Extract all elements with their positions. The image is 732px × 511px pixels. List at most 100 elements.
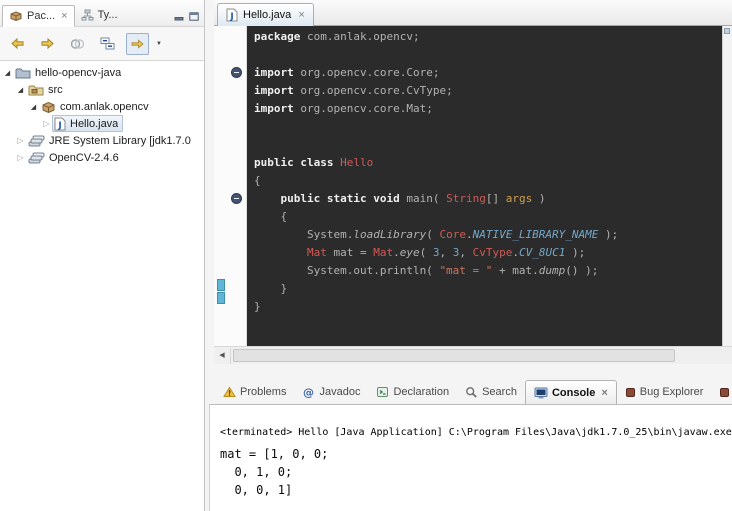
tab-hello-java[interactable]: J Hello.java ×	[217, 3, 314, 26]
tree-item-label: hello-opencv-java	[35, 67, 121, 79]
tree-item-hello-java[interactable]: ▷J Hello.java	[0, 115, 204, 132]
declaration-icon	[376, 386, 389, 398]
svg-text:@: @	[303, 386, 314, 398]
tab-package-explorer[interactable]: Pac... ×	[2, 5, 75, 27]
tree-item-content: com.anlak.opencv	[39, 98, 154, 115]
tree-item-label: com.anlak.opencv	[60, 101, 149, 113]
tree-item-label: JRE System Library [jdk1.7.0	[49, 135, 191, 147]
editor-tab-bar: J Hello.java ×	[214, 0, 732, 26]
back-icon[interactable]	[6, 33, 29, 55]
editor-area: J Hello.java × package com.anlak.opencv;…	[214, 0, 732, 364]
code-line: Mat mat = Mat.eye( 3, 3, CvType.CV_8UC1 …	[254, 244, 722, 262]
project-tree: ◢hello-opencv-java◢src◢com.anlak.opencv▷…	[0, 61, 204, 511]
tab-label: Ty...	[98, 9, 118, 21]
code-line: import org.opencv.core.Core;	[254, 64, 722, 82]
tree-item-content: src	[26, 81, 68, 98]
bottom-tab-bar: Problems@JavadocDeclarationSearchConsole…	[209, 376, 732, 404]
tab-label: Declaration	[393, 386, 449, 398]
tree-item-com-anlak-opencv[interactable]: ◢ com.anlak.opencv	[0, 98, 204, 115]
collapse-arrow-icon[interactable]: ◢	[15, 86, 26, 94]
code-line: }	[254, 280, 722, 298]
bug-icon	[719, 387, 730, 398]
expand-arrow-icon[interactable]: ▷	[41, 119, 52, 128]
expand-arrow-icon[interactable]: ▷	[15, 153, 26, 162]
tab-label: Javadoc	[319, 386, 360, 398]
tab-problems[interactable]: Problems	[215, 380, 294, 404]
tab-label: Console	[552, 387, 595, 399]
javadoc-icon: @	[302, 386, 315, 398]
tab-label: Problems	[240, 386, 286, 398]
code-line: {	[254, 208, 722, 226]
focus-icon[interactable]	[66, 33, 89, 55]
annotation-summary-icon	[724, 28, 730, 34]
java-file-icon: J	[54, 117, 66, 131]
tab-console[interactable]: Console ×	[525, 380, 617, 404]
tree-item-hello-opencv-java[interactable]: ◢ hello-opencv-java	[0, 64, 204, 81]
close-icon[interactable]: ×	[298, 9, 304, 21]
console-output-line: 0, 1, 0;	[220, 463, 732, 481]
svg-text:J: J	[229, 12, 233, 22]
code-line: import org.opencv.core.CvType;	[254, 82, 722, 100]
tab-search[interactable]: Search	[457, 380, 525, 404]
tab-type-hierarchy[interactable]: Ty...	[75, 4, 124, 26]
package-explorer-icon	[9, 10, 23, 22]
code-line: System.out.println( "mat = " + mat.dump(…	[254, 262, 722, 280]
console-content[interactable]: <terminated> Hello [Java Application] C:…	[209, 404, 732, 511]
annotation-mark	[217, 279, 225, 291]
console-process-info: <terminated> Hello [Java Application] C:…	[220, 427, 732, 438]
expand-arrow-icon[interactable]: ▷	[15, 136, 26, 145]
tab-label: Bug Explorer	[640, 386, 704, 398]
annotation-ruler	[214, 26, 228, 346]
tree-item-content: OpenCV-2.4.6	[26, 149, 124, 166]
explorer-toolbar: ▼	[0, 27, 204, 61]
forward-icon[interactable]	[36, 33, 59, 55]
tree-item-content: hello-opencv-java	[13, 64, 126, 81]
close-icon[interactable]: ×	[61, 10, 67, 22]
tab-declaration[interactable]: Declaration	[368, 380, 457, 404]
library-icon	[28, 134, 45, 147]
tree-item-src[interactable]: ◢src	[0, 81, 204, 98]
close-icon[interactable]: ×	[601, 387, 607, 399]
tree-item-jre-system-library-jdk1-7-0[interactable]: ▷ JRE System Library [jdk1.7.0	[0, 132, 204, 149]
scroll-left-icon[interactable]: ◀	[214, 348, 231, 364]
code-line	[254, 118, 722, 136]
annotation-mark	[217, 292, 225, 304]
horizontal-scrollbar[interactable]: ◀	[214, 346, 732, 364]
view-window-buttons	[174, 12, 204, 26]
scrollbar-thumb[interactable]	[233, 349, 675, 362]
fold-collapse-icon[interactable]	[231, 193, 242, 204]
search-icon	[465, 386, 478, 398]
tab-bug-explorer[interactable]: Bug Explorer	[617, 380, 712, 404]
fold-collapse-icon[interactable]	[231, 67, 242, 78]
console-icon	[534, 387, 548, 399]
code-line: public static void main( String[] args )	[254, 190, 722, 208]
tree-item-opencv-2-4-6[interactable]: ▷ OpenCV-2.4.6	[0, 149, 204, 166]
console-output-line: mat = [1, 0, 0;	[220, 445, 732, 463]
maximize-icon[interactable]	[189, 12, 199, 21]
project-icon	[15, 66, 31, 79]
code-line	[254, 136, 722, 154]
code-line: import org.opencv.core.Mat;	[254, 100, 722, 118]
collapse-arrow-icon[interactable]: ◢	[28, 103, 39, 111]
tree-item-label: OpenCV-2.4.6	[49, 152, 119, 164]
view-menu-icon[interactable]: ▼	[156, 41, 162, 47]
type-hierarchy-icon	[81, 9, 94, 21]
code-line: package com.anlak.opencv;	[254, 28, 722, 46]
code-line: }	[254, 298, 722, 316]
code-area[interactable]: package com.anlak.opencv; import org.ope…	[247, 26, 722, 346]
tab-javadoc[interactable]: @ Javadoc	[294, 380, 368, 404]
java-file-icon: J	[226, 8, 238, 22]
src-folder-icon	[28, 83, 44, 96]
minimize-icon[interactable]	[174, 12, 184, 21]
collapse-arrow-icon[interactable]: ◢	[2, 69, 13, 77]
library-icon	[28, 151, 45, 164]
tree-item-label: Hello.java	[70, 118, 118, 130]
tab-label: Pac...	[27, 10, 55, 22]
console-view: Problems@JavadocDeclarationSearchConsole…	[209, 376, 732, 511]
link-with-editor-icon[interactable]	[126, 33, 149, 55]
problems-icon	[223, 386, 236, 398]
code-line: {	[254, 172, 722, 190]
tab-bug[interactable]: Bug	[711, 380, 732, 404]
tab-label: Hello.java	[243, 9, 291, 21]
collapse-all-icon[interactable]	[96, 33, 119, 55]
